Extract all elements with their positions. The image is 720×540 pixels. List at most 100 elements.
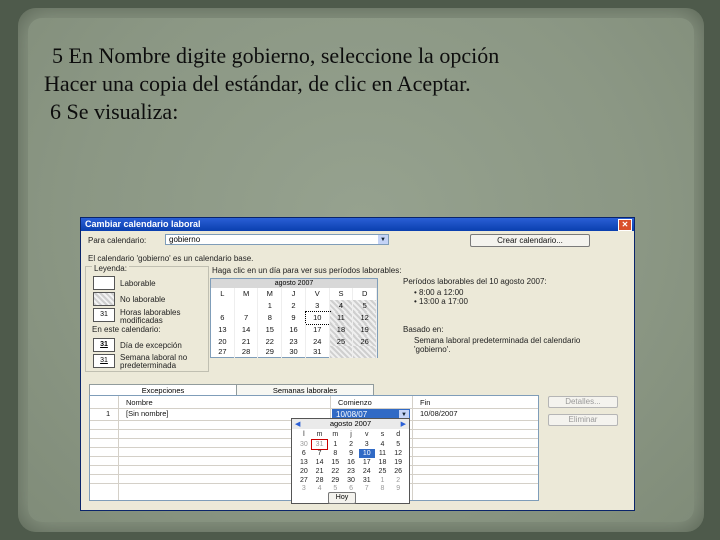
- picker-day[interactable]: 26: [390, 467, 406, 476]
- calendar-select-value: gobierno: [169, 235, 201, 244]
- weekday-label: D: [353, 288, 378, 300]
- picker-day[interactable]: 30: [296, 440, 312, 449]
- day-cell[interactable]: 3: [306, 300, 330, 312]
- picker-day[interactable]: 21: [312, 467, 328, 476]
- picker-day[interactable]: 16: [343, 458, 359, 467]
- picker-day[interactable]: 2: [343, 440, 359, 449]
- picker-day[interactable]: 3: [296, 484, 312, 493]
- day-cell[interactable]: 28: [235, 346, 259, 358]
- day-cell-selected[interactable]: 10: [304, 311, 331, 325]
- chevron-down-icon[interactable]: ▼: [378, 235, 388, 244]
- legend-title: Leyenda:: [92, 264, 129, 273]
- picker-day[interactable]: 17: [359, 458, 375, 467]
- close-icon[interactable]: ✕: [618, 219, 632, 231]
- chevron-left-icon[interactable]: ◀: [295, 420, 300, 430]
- picker-day[interactable]: 24: [359, 467, 375, 476]
- day-cell[interactable]: 19: [353, 324, 378, 336]
- picker-day[interactable]: 12: [390, 449, 406, 458]
- picker-day[interactable]: 4: [375, 440, 391, 449]
- day-cell[interactable]: [353, 346, 378, 358]
- picker-day[interactable]: 8: [327, 449, 343, 458]
- chevron-right-icon[interactable]: ▶: [401, 420, 406, 430]
- picker-day[interactable]: 4: [312, 484, 328, 493]
- day-cell[interactable]: 7: [235, 312, 259, 324]
- picker-day[interactable]: 8: [375, 484, 391, 493]
- base-calendar-note: El calendario 'gobierno' es un calendari…: [88, 254, 254, 263]
- day-cell[interactable]: 13: [211, 324, 235, 336]
- picker-day[interactable]: 22: [327, 467, 343, 476]
- column-divider: [412, 396, 413, 500]
- picker-day[interactable]: 23: [343, 467, 359, 476]
- create-calendar-button[interactable]: Crear calendario...: [470, 234, 590, 247]
- day-cell[interactable]: 17: [306, 324, 330, 336]
- picker-weekday: l: [303, 431, 305, 438]
- picker-day[interactable]: 15: [327, 458, 343, 467]
- picker-day[interactable]: 3: [359, 440, 375, 449]
- based-on-text: Semana laboral predeterminada del calend…: [414, 336, 581, 354]
- day-cell[interactable]: 16: [282, 324, 306, 336]
- picker-day[interactable]: 5: [390, 440, 406, 449]
- day-cell[interactable]: 2: [282, 300, 306, 312]
- day-cell[interactable]: 30: [282, 346, 306, 358]
- day-cell[interactable]: 27: [211, 346, 235, 358]
- calendar-select[interactable]: gobierno ▼: [165, 234, 389, 245]
- day-cell[interactable]: 1: [258, 300, 283, 312]
- exception-day-swatch: 31: [93, 338, 115, 352]
- picker-day[interactable]: 14: [312, 458, 328, 467]
- month-header: agosto 2007: [211, 279, 377, 288]
- legend-modified-swatch: 31: [93, 308, 115, 322]
- picker-weekday: v: [364, 431, 369, 438]
- day-cell[interactable]: 14: [235, 324, 259, 336]
- picker-day[interactable]: 31: [310, 439, 329, 450]
- picker-weekday: m: [332, 431, 339, 438]
- day-cell[interactable]: 5: [353, 300, 378, 312]
- day-cell[interactable]: 6: [211, 312, 235, 324]
- picker-day[interactable]: 7: [312, 449, 328, 458]
- on-this-calendar-title: En este calendario:: [92, 325, 161, 334]
- picker-day[interactable]: 11: [375, 449, 391, 458]
- column-header-name: Nombre: [126, 398, 153, 407]
- column-header-end: Fin: [420, 398, 431, 407]
- chevron-down-icon[interactable]: ▼: [399, 410, 409, 418]
- picker-day[interactable]: 9: [390, 484, 406, 493]
- day-cell[interactable]: 29: [258, 346, 283, 358]
- delete-button[interactable]: Eliminar: [548, 414, 618, 426]
- picker-weekday: d: [396, 431, 401, 438]
- picker-day[interactable]: 13: [296, 458, 312, 467]
- instruction-line-5-cont: Hacer una copia del estándar, de clic en…: [44, 71, 471, 96]
- day-cell[interactable]: [235, 300, 259, 312]
- picker-month-label: agosto 2007: [329, 419, 372, 428]
- day-cell[interactable]: [329, 346, 354, 358]
- day-cell[interactable]: 12: [353, 312, 378, 324]
- date-picker-popup: ◀ agosto 2007 ▶ l m m j v s d 30 31 1 2 …: [291, 418, 410, 504]
- working-periods-title: Períodos laborables del 10 agosto 2007:: [403, 277, 547, 286]
- row-number: 1: [106, 409, 111, 418]
- today-button[interactable]: Hoy: [328, 492, 356, 504]
- day-cell[interactable]: 9: [282, 312, 306, 324]
- weekday-label: V: [306, 288, 330, 300]
- day-cell[interactable]: 8: [258, 312, 283, 324]
- picker-day[interactable]: 7: [359, 484, 375, 493]
- week-row: 13 14 15 16 17 18 19: [211, 324, 378, 336]
- picker-weekday: s: [380, 431, 385, 438]
- day-cell[interactable]: 18: [329, 324, 354, 336]
- exception-day-label: Día de excepción: [120, 341, 182, 350]
- day-cell[interactable]: 31: [306, 346, 330, 358]
- picker-day[interactable]: 18: [375, 458, 391, 467]
- picker-weekday-row: l m m j v s d: [296, 430, 406, 439]
- exception-name-cell[interactable]: [Sin nombre]: [126, 409, 169, 418]
- day-cell[interactable]: 4: [329, 300, 354, 312]
- picker-day-selected[interactable]: 10: [358, 449, 375, 458]
- day-cell[interactable]: 11: [329, 312, 354, 324]
- picker-day[interactable]: 25: [375, 467, 391, 476]
- picker-day[interactable]: 6: [296, 449, 312, 458]
- month-calendar: agosto 2007 L M M J V S D 1 2 3 4 5 6 7 …: [210, 278, 378, 358]
- picker-day[interactable]: 20: [296, 467, 312, 476]
- picker-day[interactable]: 19: [390, 458, 406, 467]
- details-button[interactable]: Detalles...: [548, 396, 618, 408]
- picker-day[interactable]: 1: [327, 440, 343, 449]
- day-cell[interactable]: 15: [258, 324, 283, 336]
- end-date-cell[interactable]: 10/08/2007: [420, 409, 458, 418]
- picker-day[interactable]: 9: [343, 449, 359, 458]
- day-cell[interactable]: [211, 300, 235, 312]
